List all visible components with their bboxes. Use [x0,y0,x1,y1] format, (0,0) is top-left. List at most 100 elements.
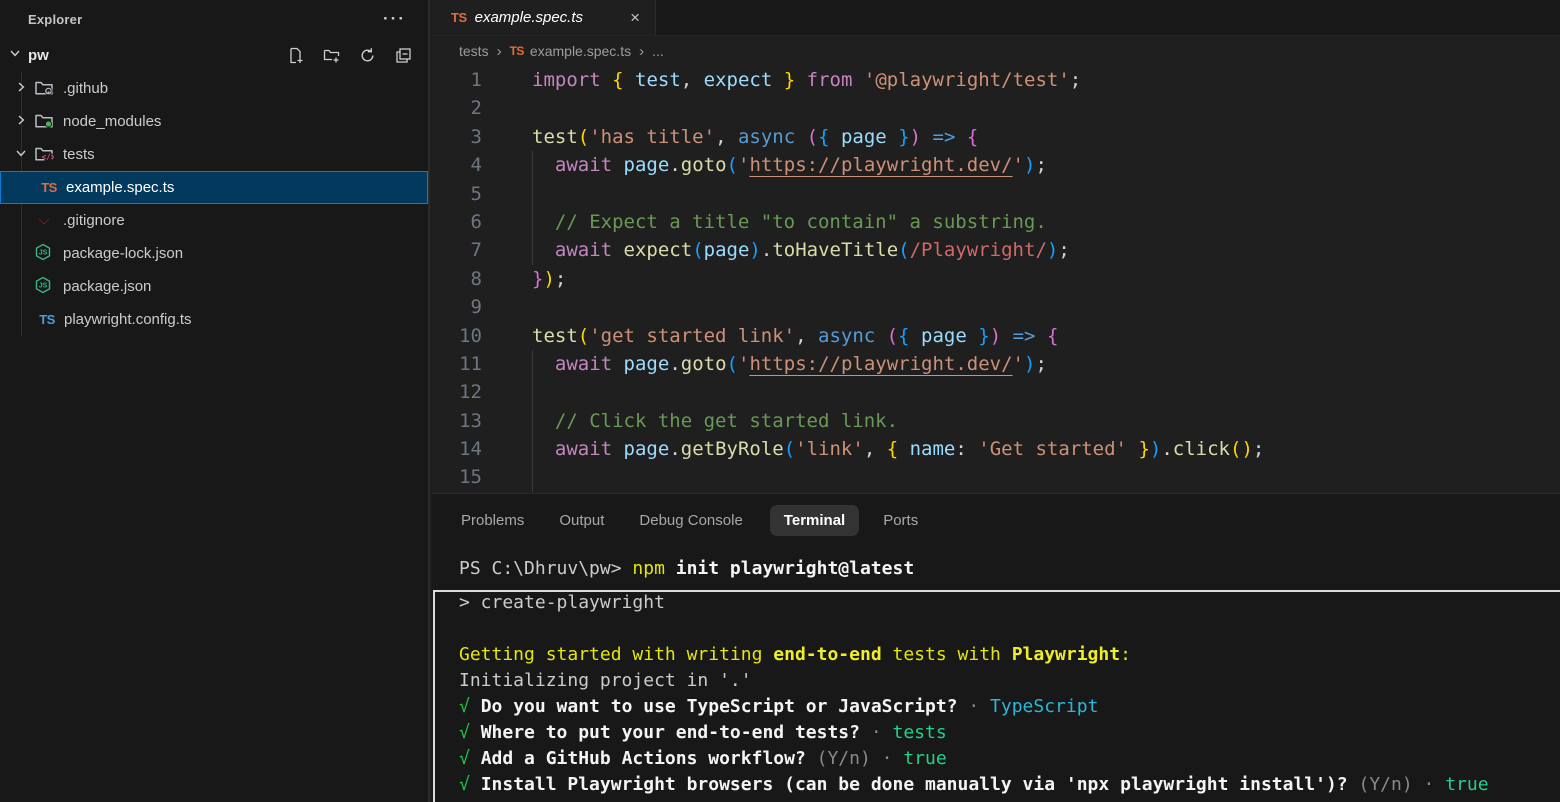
code-token: : [1120,644,1131,665]
code-token [532,353,555,375]
code-token: getByRole [681,438,784,460]
terminal-line: Initializing project in '.' [459,668,1560,694]
code-editor[interactable]: 1import { test, expect } from '@playwrig… [432,66,1560,492]
code-token [795,126,806,148]
code-token: page [624,353,670,375]
breadcrumb-file[interactable]: example.spec.ts [530,43,631,59]
code-token: , [715,126,738,148]
code-token: , [795,325,818,347]
refresh-icon[interactable] [359,47,376,64]
breadcrumb-tests[interactable]: tests [459,43,489,59]
code-token [898,438,909,460]
code-token [772,69,783,91]
terminal-line: √ Install Playwright browsers (can be do… [459,772,1560,798]
code-token: } [978,325,989,347]
folder-node-icon [34,111,54,133]
svg-text:JS: JS [39,282,48,289]
code-token [852,69,863,91]
code-token: test [532,126,578,148]
node-json-icon: JS [34,243,54,265]
terminal-line: PS C:\Dhruv\pw> npm init playwright@late… [459,556,1560,582]
tab-debug-console[interactable]: Debug Console [639,512,742,529]
tree-item-package-lock[interactable]: JS package-lock.json [0,237,428,270]
breadcrumb-separator: › [497,43,502,60]
code-token [875,325,886,347]
code-token: https://playwright.dev/ [749,353,1012,375]
code-token: Getting started with writing [459,644,773,665]
code-token: ) [910,126,921,148]
code-token: tests [893,722,947,743]
code-token: page [624,154,670,176]
code-text: }); [504,265,566,293]
breadcrumb-separator: › [639,43,644,60]
code-token [612,239,623,261]
code-token: async [818,325,875,347]
code-token: Install Playwright browsers (can be done… [481,774,1348,795]
code-token: ; [1070,69,1081,91]
tree-item-github-folder[interactable]: .github [0,72,428,105]
terminal-output[interactable]: PS C:\Dhruv\pw> npm init playwright@late… [432,546,1560,798]
code-line: 5 [432,180,1560,208]
code-token: await [555,438,612,460]
tree-item-tests-folder[interactable]: </> tests [0,138,428,171]
code-token: ( [692,239,703,261]
line-number: 6 [432,208,504,236]
code-token: ( [578,325,589,347]
code-token: √ [459,696,470,717]
workspace-section-header[interactable]: pw [0,38,428,72]
tab-terminal[interactable]: Terminal [770,505,859,536]
code-token [470,774,481,795]
tree-item-label: example.spec.ts [66,179,174,196]
code-token: } [532,268,543,290]
terminal-line: √ Where to put your end-to-end tests? · … [459,720,1560,746]
file-tree: .github node_modules </> tests TS exampl… [0,72,428,336]
tab-example-spec[interactable]: TS example.spec.ts × [432,0,656,35]
code-token: ; [1253,438,1264,460]
breadcrumb-symbol[interactable]: ... [652,43,664,59]
code-token: Add a GitHub Actions workflow? [481,748,806,769]
code-token: // Expect a title "to contain" a substri… [555,211,1047,233]
close-icon[interactable]: × [627,8,643,28]
code-token [532,410,555,432]
tab-ports[interactable]: Ports [883,512,918,529]
code-token: ( [578,126,589,148]
new-folder-icon[interactable] [323,47,340,64]
line-number: 14 [432,435,504,463]
code-token: 'has title' [589,126,715,148]
code-token [921,126,932,148]
code-token [1127,438,1138,460]
tree-item-playwright-config[interactable]: TS playwright.config.ts [0,303,428,336]
tree-item-gitignore[interactable]: .gitignore [0,204,428,237]
code-token: { [887,438,898,460]
node-json-icon: JS [34,276,54,298]
code-token: expect [704,69,773,91]
code-token: (Y/n) [1348,774,1413,795]
code-token: { [612,69,623,91]
code-text [504,180,532,208]
tab-problems[interactable]: Problems [461,512,524,529]
collapse-all-icon[interactable] [395,47,412,64]
code-token: 'link' [795,438,864,460]
tree-item-label: package.json [63,278,151,295]
more-actions-icon[interactable]: ··· [383,14,406,24]
code-token: ; [1058,239,1069,261]
code-token [532,211,555,233]
code-token: · [871,748,904,769]
code-token [532,438,555,460]
code-token: . [1161,438,1172,460]
code-token: ) [990,325,1001,347]
code-token: goto [681,154,727,176]
line-number: 5 [432,180,504,208]
code-token: ) [543,268,554,290]
tab-output[interactable]: Output [559,512,604,529]
code-text: await expect(page).toHaveTitle(/Playwrig… [504,236,1070,264]
tree-item-example-spec[interactable]: TS example.spec.ts [0,171,428,204]
code-token: test [635,69,681,91]
tree-item-package-json[interactable]: JS package.json [0,270,428,303]
code-token: ( [727,353,738,375]
workspace-name: pw [28,47,287,64]
code-token: ' [738,154,749,176]
code-token [967,325,978,347]
tree-item-node-modules-folder[interactable]: node_modules [0,105,428,138]
new-file-icon[interactable] [287,47,304,64]
